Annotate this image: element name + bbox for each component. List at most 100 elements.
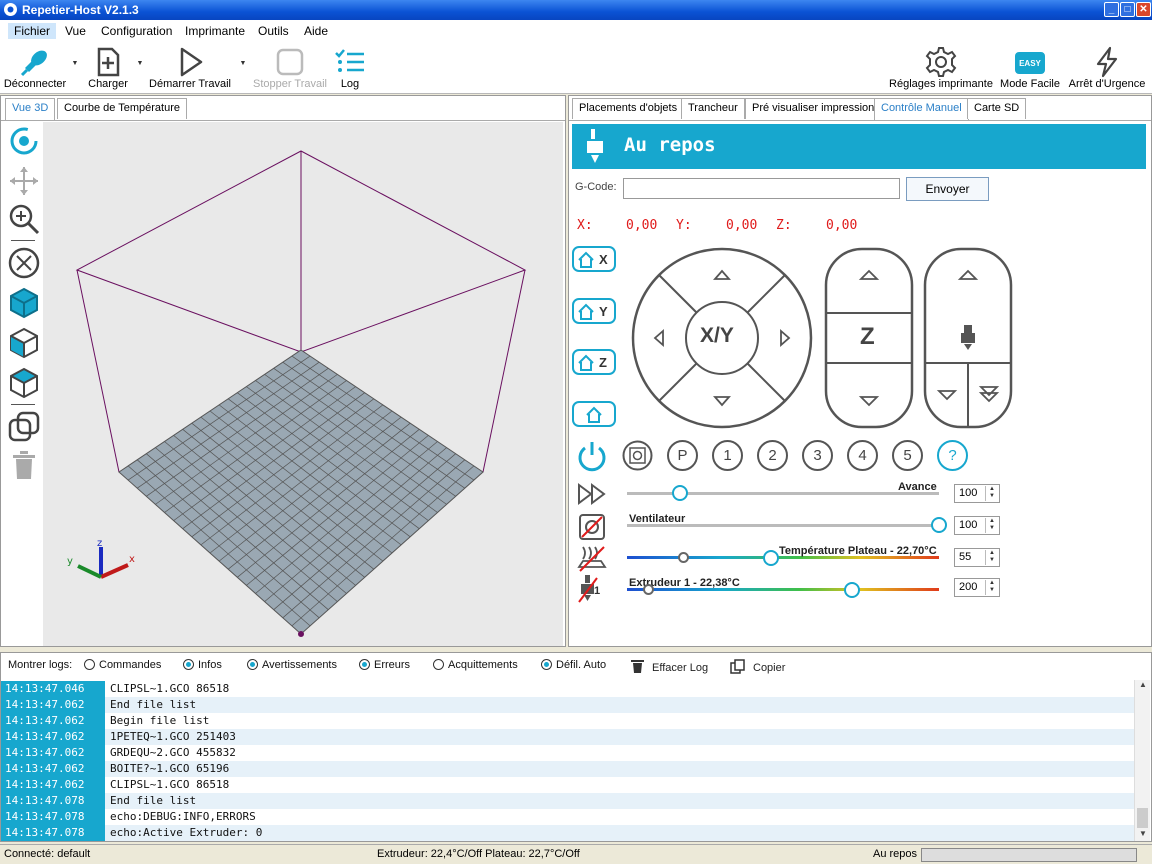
menu-outils[interactable]: Outils (252, 23, 295, 39)
fan-slider-track[interactable] (627, 524, 939, 527)
menu-fichier[interactable]: Fichier (8, 23, 57, 39)
park-button[interactable]: P (667, 440, 698, 471)
tab-manual-control[interactable]: Contrôle Manuel (874, 98, 969, 121)
stop-job-button[interactable]: Stopper Travail (250, 44, 330, 92)
tab-sd-card[interactable]: Carte SD (967, 98, 1027, 119)
maximize-button[interactable]: □ (1120, 2, 1135, 17)
radio-commands[interactable] (84, 659, 95, 670)
load-button[interactable]: Charger (84, 44, 132, 92)
log-message: End file list (110, 698, 197, 711)
preset-3-button[interactable]: 3 (802, 440, 833, 471)
log-timestamp: 14:13:47.062 (1, 713, 105, 729)
gcode-row: G-Code: Envoyer (575, 177, 1135, 201)
tab-print-preview[interactable]: Pré visualiser impression (745, 98, 882, 119)
cube-front-icon[interactable] (7, 286, 41, 320)
filter-autoscroll[interactable]: Défil. Auto (541, 659, 606, 671)
clear-log-button[interactable]: Effacer Log (631, 659, 708, 674)
home-icon (586, 406, 602, 423)
log-scrollbar[interactable]: ▲ ▼ (1134, 680, 1150, 841)
scroll-down-arrow[interactable]: ▼ (1135, 829, 1151, 841)
trash-icon[interactable] (7, 448, 41, 482)
menu-aide[interactable]: Aide (298, 23, 334, 39)
start-job-button[interactable]: Démarrer Travail (146, 44, 234, 92)
spin-arrows[interactable]: ▲ ▼ (985, 518, 998, 533)
feed-spinbox[interactable]: 100 ▲ ▼ (954, 484, 1000, 503)
log-message: 1PETEQ~1.GCO 251403 (110, 730, 236, 743)
bed-spinbox[interactable]: 55 ▲ ▼ (954, 548, 1000, 567)
filter-autoscroll-label: Défil. Auto (556, 659, 607, 671)
extruder-jog-pad[interactable] (923, 247, 1013, 429)
radio-acks[interactable] (433, 659, 444, 670)
3d-viewport[interactable]: z x y (43, 122, 563, 646)
copy-object-icon[interactable] (7, 410, 41, 444)
home-all-button[interactable] (572, 401, 616, 427)
fan-spinbox[interactable]: 100 ▲ ▼ (954, 516, 1000, 535)
menu-vue[interactable]: Vue (59, 23, 92, 39)
tab-temperature-curve[interactable]: Courbe de Température (57, 98, 187, 119)
send-button[interactable]: Envoyer (906, 177, 989, 201)
view-panel: Vue 3D Courbe de Température z x y (0, 95, 566, 647)
home-y-button[interactable]: Y (572, 298, 616, 324)
load-dropdown-arrow[interactable]: ▼ (136, 60, 144, 70)
menu-configuration[interactable]: Configuration (95, 23, 178, 39)
emergency-stop-button[interactable]: Arrêt d'Urgence (1065, 44, 1149, 92)
printer-state-bar: Au repos (572, 124, 1146, 169)
extruder-spinbox[interactable]: 200 ▲ ▼ (954, 578, 1000, 597)
extruder-target-thumb[interactable] (843, 582, 860, 598)
tab-object-placement[interactable]: Placements d'objets (572, 98, 685, 119)
copy-button[interactable]: Copier (730, 659, 785, 674)
preset-2-button[interactable]: 2 (757, 440, 788, 471)
home-x-button[interactable]: X (572, 246, 616, 272)
filter-acks[interactable]: Acquittements (433, 659, 518, 671)
extruder-temp-slider-track[interactable] (627, 588, 939, 591)
preset-5-button[interactable]: 5 (892, 440, 923, 471)
easy-mode-button[interactable]: EASY Mode Facile (998, 44, 1062, 92)
help-button[interactable]: ? (937, 440, 968, 471)
filter-warnings[interactable]: Avertissements (247, 659, 337, 671)
log-button[interactable]: Log (332, 44, 368, 92)
cube-top-icon[interactable] (7, 366, 41, 400)
tab-slicer[interactable]: Trancheur (681, 98, 745, 119)
rotate-icon[interactable] (7, 124, 41, 158)
gcode-label: G-Code: (575, 181, 617, 193)
home-icon (578, 251, 594, 268)
log-message: GRDEQU~2.GCO 455832 (110, 746, 236, 759)
disconnect-button[interactable]: Déconnecter (2, 44, 68, 92)
filter-infos[interactable]: Infos (183, 659, 222, 671)
gcode-input[interactable] (623, 178, 900, 199)
radio-autoscroll[interactable] (541, 659, 552, 670)
log-list[interactable]: 14:13:47.046 CLIPSL~1.GCO 86518 14:13:47.0… (1, 679, 1135, 841)
power-icon[interactable] (575, 439, 609, 473)
printer-settings-button[interactable]: Réglages imprimante (888, 44, 994, 92)
scroll-thumb[interactable] (1137, 808, 1148, 828)
view-tools (3, 124, 43, 644)
filter-commands[interactable]: Commandes (84, 659, 161, 671)
tab-3d-view[interactable]: Vue 3D (5, 98, 56, 121)
spin-arrows[interactable]: ▲ ▼ (985, 486, 998, 501)
motor-icon[interactable] (622, 440, 653, 471)
start-job-dropdown-arrow[interactable]: ▼ (239, 60, 247, 70)
preset-4-button[interactable]: 4 (847, 440, 878, 471)
close-button[interactable]: ✕ (1136, 2, 1151, 17)
spin-arrows[interactable]: ▲ ▼ (985, 580, 998, 595)
move-icon[interactable] (7, 164, 41, 198)
fan-slider-thumb[interactable] (931, 517, 947, 533)
menu-imprimante[interactable]: Imprimante (179, 23, 251, 39)
filter-errors[interactable]: Erreurs (359, 659, 410, 671)
scroll-up-arrow[interactable]: ▲ (1135, 680, 1151, 692)
tab-underline (569, 120, 1151, 121)
disconnect-dropdown-arrow[interactable]: ▼ (71, 60, 79, 70)
cube-side-icon[interactable] (7, 326, 41, 360)
spin-arrows[interactable]: ▲ ▼ (985, 550, 998, 565)
home-z-button[interactable]: Z (572, 349, 616, 375)
radio-infos[interactable] (183, 659, 194, 670)
minimize-button[interactable]: _ (1104, 2, 1119, 17)
log-row: 14:13:47.046 CLIPSL~1.GCO 86518 (1, 681, 1135, 697)
zoom-icon[interactable] (7, 202, 41, 236)
preset-1-button[interactable]: 1 (712, 440, 743, 471)
radio-errors[interactable] (359, 659, 370, 670)
feed-slider-thumb[interactable] (672, 485, 689, 501)
fit-view-icon[interactable] (7, 246, 41, 280)
bed-target-thumb[interactable] (762, 550, 779, 566)
radio-warnings[interactable] (247, 659, 258, 670)
